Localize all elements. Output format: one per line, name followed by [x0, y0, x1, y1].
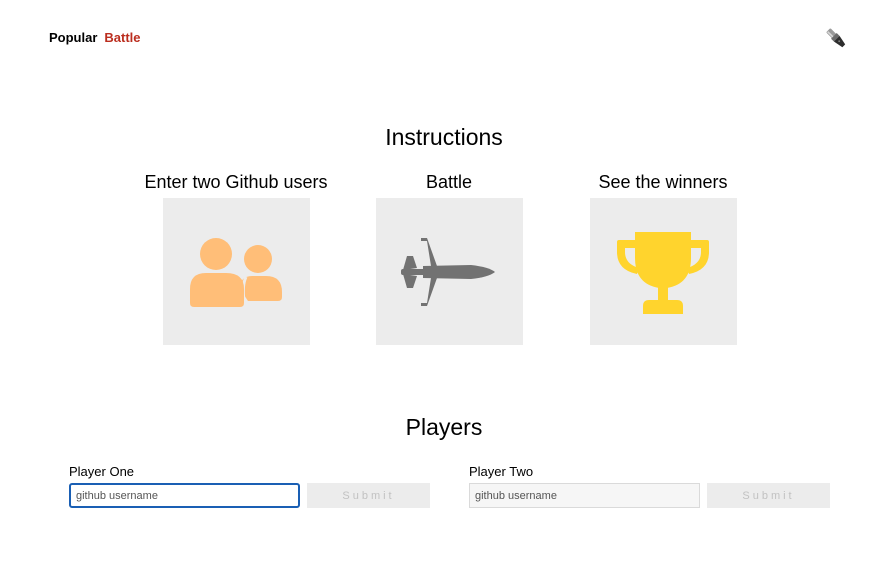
users-icon — [190, 237, 282, 307]
instruction-step-winners: See the winners — [563, 172, 763, 345]
player-one-form: Player One Submit — [69, 464, 431, 508]
theme-toggle-button[interactable] — [822, 24, 850, 52]
instructions-heading: Instructions — [385, 124, 503, 150]
player-one-username-input[interactable] — [69, 483, 300, 508]
step-icon-tile — [375, 198, 523, 345]
step-icon-tile — [162, 198, 310, 345]
step-icon-tile — [589, 198, 737, 345]
nav-link-popular[interactable]: Popular — [49, 30, 97, 45]
player-two-submit-button[interactable]: Submit — [707, 483, 830, 508]
step-title: Battle — [425, 172, 473, 192]
step-title: See the winners — [598, 172, 728, 192]
flashlight-icon — [826, 28, 846, 48]
top-nav: Popular Battle — [49, 30, 141, 45]
nav-link-battle[interactable]: Battle — [104, 30, 140, 45]
player-one-label: Player One — [69, 464, 135, 479]
step-title: Enter two Github users — [144, 172, 328, 192]
fighter-jet-icon — [401, 237, 495, 306]
instruction-step-battle: Battle — [349, 172, 549, 345]
players-heading: Players — [405, 414, 483, 440]
player-one-submit-button[interactable]: Submit — [307, 483, 430, 508]
player-two-form: Player Two Submit — [469, 464, 831, 508]
player-two-username-input[interactable] — [469, 483, 700, 508]
player-two-label: Player Two — [469, 464, 534, 479]
instruction-step-enter-users: Enter two Github users — [136, 172, 336, 345]
trophy-icon — [617, 231, 709, 314]
